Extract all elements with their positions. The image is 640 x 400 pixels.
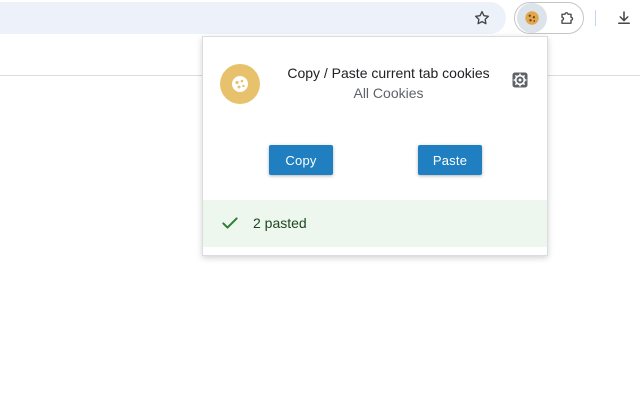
cookie-icon <box>525 11 539 25</box>
copy-button[interactable]: Copy <box>269 145 333 175</box>
extension-popup: Copy / Paste current tab cookies All Coo… <box>202 36 548 256</box>
popup-title: Copy / Paste current tab cookies <box>287 65 490 81</box>
popup-subtitle: All Cookies <box>353 85 424 101</box>
cookie-extension-button[interactable] <box>517 3 547 33</box>
status-alert: 2 pasted <box>203 200 547 247</box>
address-bar[interactable] <box>0 2 506 34</box>
checkmark-icon <box>220 213 240 233</box>
download-icon[interactable] <box>612 6 636 30</box>
settings-gear-icon[interactable] <box>509 69 531 91</box>
cookie-logo-icon <box>220 64 260 104</box>
extensions-puzzle-icon[interactable] <box>556 6 580 30</box>
browser-toolbar <box>0 0 640 36</box>
bookmark-star-icon[interactable] <box>470 6 494 30</box>
toolbar-separator <box>595 10 596 26</box>
paste-button[interactable]: Paste <box>418 145 482 175</box>
status-message: 2 pasted <box>253 215 307 231</box>
